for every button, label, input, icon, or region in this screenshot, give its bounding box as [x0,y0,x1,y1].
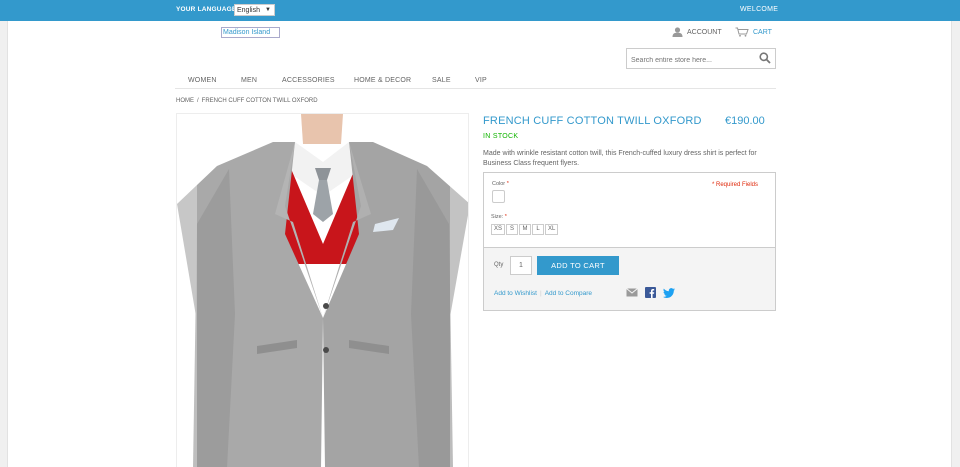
nav-item-home-decor[interactable]: HOME & DECOR [354,77,411,84]
color-option-label: Color * [492,181,509,187]
cart-link[interactable]: CART [735,27,772,37]
product-price: €190.00 [725,115,765,127]
size-option-label: Size: * [491,214,507,220]
account-link[interactable]: ACCOUNT [672,27,722,37]
add-to-cart-button[interactable]: ADD TO CART [537,256,619,275]
cart-icon [735,27,749,37]
product-image[interactable] [176,113,469,467]
store-logo[interactable]: Madison Island [221,27,280,38]
product-photo [177,114,468,467]
product-options: Color * * Required Fields Size: * XS S M… [483,172,776,248]
cart-label: CART [753,28,772,36]
language-label: YOUR LANGUAGE [176,6,237,13]
welcome-message: WELCOME [740,6,779,13]
nav-item-vip[interactable]: VIP [475,77,487,84]
nav-item-women[interactable]: WOMEN [188,77,217,84]
qty-label: Qty [494,262,504,268]
required-fields-note: * Required Fields [712,182,759,188]
add-to-wishlist-link[interactable]: Add to Wishlist [494,290,537,297]
link-separator: | [540,290,542,297]
search-icon[interactable] [759,52,771,64]
main-navigation: WOMEN MEN ACCESSORIES HOME & DECOR SALE … [175,70,776,89]
add-to-compare-link[interactable]: Add to Compare [545,290,592,297]
size-m[interactable]: M [519,224,532,235]
product-name: FRENCH CUFF COTTON TWILL OXFORD [483,115,702,127]
breadcrumb-current: FRENCH CUFF COTTON TWILL OXFORD [201,98,318,104]
breadcrumb: HOME / FRENCH CUFF COTTON TWILL OXFORD [176,98,318,104]
color-swatch[interactable] [492,190,505,203]
search-box [626,48,776,70]
email-icon[interactable] [626,288,638,297]
color-required-mark: * [506,181,509,187]
size-s[interactable]: S [506,224,519,235]
user-icon [672,27,683,37]
search-input[interactable] [627,51,752,70]
twitter-icon[interactable] [663,287,675,298]
left-scroll-edge [0,0,8,467]
share-icons [626,287,675,298]
color-label-text: Color [492,181,506,187]
qty-input[interactable]: 1 [510,256,532,275]
size-xl[interactable]: XL [545,224,559,235]
stock-status: IN STOCK [483,133,519,140]
size-swatches: XS S M L XL [491,224,559,235]
add-to-cart-box: Qty 1 ADD TO CART Add to Wishlist | Add to… [483,247,776,311]
breadcrumb-separator: / [197,98,199,104]
account-label: ACCOUNT [687,28,722,36]
product-description: Made with wrinkle resistant cotton twill… [483,150,757,167]
top-bar: YOUR LANGUAGE English ▼ WELCOME [0,0,960,21]
language-value: English [237,7,260,14]
right-scroll-edge [951,0,960,467]
size-label-text: Size: [491,214,504,220]
nav-item-men[interactable]: MEN [241,77,257,84]
product-links: Add to Wishlist | Add to Compare [494,290,592,297]
dropdown-arrow-icon: ▼ [265,7,271,13]
nav-item-sale[interactable]: SALE [432,77,451,84]
facebook-icon[interactable] [645,287,656,298]
language-select[interactable]: English ▼ [234,4,275,16]
breadcrumb-home[interactable]: HOME [176,98,194,104]
logo-alt-text: Madison Island [223,29,271,36]
size-required-mark: * [504,214,507,220]
nav-item-accessories[interactable]: ACCESSORIES [282,77,335,84]
size-l[interactable]: L [532,224,545,235]
size-xs[interactable]: XS [491,224,506,235]
